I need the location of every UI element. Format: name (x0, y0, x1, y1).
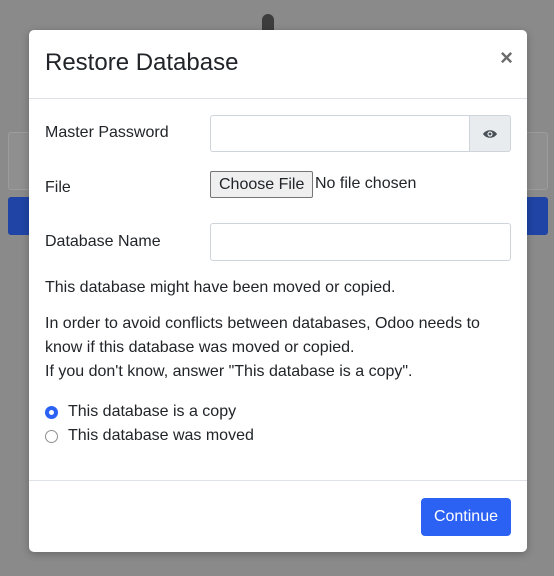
radio-copy[interactable] (45, 405, 58, 419)
eye-icon (483, 129, 497, 138)
file-label: File (45, 179, 71, 196)
database-name-label: Database Name (45, 233, 161, 250)
database-name-input[interactable] (210, 223, 511, 261)
dialog-footer: Continue (29, 480, 527, 553)
file-status-text: No file chosen (315, 175, 417, 192)
master-password-input[interactable] (210, 115, 470, 152)
dialog-title: Restore Database (45, 49, 239, 76)
dialog-header: Restore Database × (29, 30, 527, 99)
choose-file-button[interactable]: Choose File (210, 171, 314, 198)
continue-button[interactable]: Continue (420, 498, 511, 536)
restore-database-dialog: Restore Database × Master Password File … (29, 30, 527, 552)
radio-moved[interactable] (45, 429, 58, 443)
close-button[interactable]: × (500, 47, 513, 69)
show-password-button[interactable] (469, 115, 511, 152)
conflict-explanation-line-1: In order to avoid conflicts between data… (45, 315, 480, 332)
conflict-explanation-line-2: know if this database was moved or copie… (45, 339, 355, 356)
conflict-explanation-line-3: If you don't know, answer "This database… (45, 363, 413, 380)
option-moved-label: This database was moved (68, 427, 254, 444)
master-password-label: Master Password (45, 124, 169, 141)
option-copy[interactable]: This database is a copy (45, 403, 236, 421)
moved-notice: This database might have been moved or c… (45, 279, 396, 296)
option-moved[interactable]: This database was moved (45, 427, 254, 445)
option-copy-label: This database is a copy (68, 403, 237, 420)
background-button (524, 197, 548, 235)
